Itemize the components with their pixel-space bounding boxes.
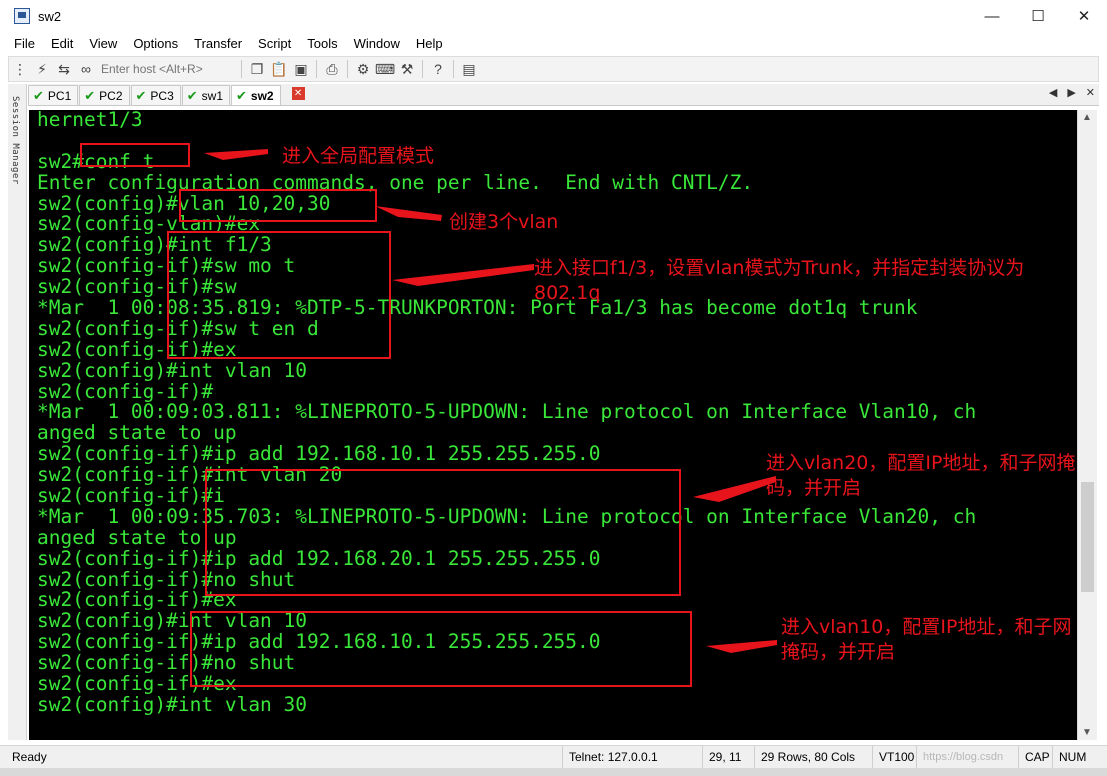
connected-check-icon: ✔ [186, 87, 198, 103]
window-title: sw2 [38, 8, 62, 24]
status-num: NUM [1052, 745, 1092, 769]
log-icon[interactable]: ▤ [458, 58, 480, 80]
annotation-box-vlan [179, 189, 377, 222]
connected-check-icon: ✔ [84, 87, 96, 103]
annotation-text: 创建3个vlan [449, 211, 559, 233]
menu-edit[interactable]: Edit [49, 36, 75, 51]
session-manager-panel[interactable]: Session Manager [8, 84, 27, 740]
connected-check-icon: ✔ [236, 87, 247, 103]
tab-close-all-icon[interactable]: ✕ [1086, 86, 1095, 99]
menu-window[interactable]: Window [352, 36, 402, 51]
tab-navigation: ◀ ▶ ✕ [1049, 86, 1095, 99]
find-icon[interactable]: ▣ [290, 58, 312, 80]
close-tab-icon[interactable]: ✕ [291, 87, 305, 100]
tab-pc2[interactable]: ✔ PC2 [79, 85, 130, 105]
status-terminal-type: VT100 [872, 745, 916, 769]
keymap-icon[interactable]: ⌨ [374, 58, 396, 80]
status-ready: Ready [12, 750, 47, 764]
taskbar-strip [0, 768, 1107, 776]
scroll-up-icon[interactable]: ▲ [1082, 112, 1092, 123]
menu-view[interactable]: View [87, 36, 119, 51]
connected-check-icon: ✔ [33, 87, 44, 103]
paste-icon[interactable]: 📋 [268, 58, 290, 80]
reconnect-icon[interactable]: ⇆ [53, 58, 75, 80]
toolbar-separator [316, 60, 317, 78]
terminal-line: sw2(config)#int vlan 30 [37, 692, 308, 716]
menu-options[interactable]: Options [131, 36, 180, 51]
tab-label: sw1 [201, 88, 223, 103]
scroll-down-icon[interactable]: ▼ [1082, 727, 1092, 738]
menu-transfer[interactable]: Transfer [192, 36, 244, 51]
session-tab-bar: ✔ PC1 ✔ PC2 ✔ PC3 ✔ sw1 ✔ sw2 ✕ ◀ ▶ ✕ [28, 84, 1099, 106]
menu-bar: File Edit View Options Transfer Script T… [0, 32, 1107, 54]
terminal-line: hernet1/3 [37, 110, 143, 131]
connect-icon[interactable]: ⋮ [9, 58, 31, 80]
copy-icon[interactable]: ❐ [246, 58, 268, 80]
terminal-line: *Mar 1 00:09:03.811: %LINEPROTO-5-UPDOWN… [37, 400, 977, 424]
menu-help[interactable]: Help [414, 36, 445, 51]
settings-gear-icon[interactable]: ⚙ [352, 58, 374, 80]
title-bar: sw2 — ☐ ✕ [0, 0, 1107, 32]
quick-connect-icon[interactable]: ⚡ [31, 58, 53, 80]
tab-label: sw2 [250, 88, 274, 103]
minimize-button[interactable]: — [969, 0, 1015, 32]
securecrt-app-icon [14, 8, 30, 24]
annotation-text: 进入全局配置模式 [282, 145, 435, 167]
disconnect-icon[interactable]: ∞ [75, 58, 97, 80]
session-manager-label: Session Manager [10, 96, 20, 185]
window-controls: — ☐ ✕ [969, 0, 1107, 32]
terminal-line: sw2(config)#int vlan 10 [37, 358, 308, 382]
annotation-text: 进入vlan10，配置IP地址，和子网 掩码，并开启 [781, 616, 1072, 663]
print-icon[interactable]: ⎙ [321, 58, 343, 80]
annotation-box-conf-t [80, 143, 190, 167]
status-cursor: 29, 11 [702, 745, 754, 769]
tab-label: PC2 [99, 88, 123, 103]
status-caps: CAP [1018, 745, 1052, 769]
status-bar: Ready Telnet: 127.0.0.1 29, 11 29 Rows, … [0, 745, 1107, 769]
scroll-thumb[interactable] [1081, 482, 1094, 592]
tab-label: PC1 [47, 88, 72, 103]
status-connection: Telnet: 127.0.0.1 [562, 745, 702, 769]
menu-file[interactable]: File [12, 36, 37, 51]
annotation-box-vlan10 [190, 611, 692, 687]
terminal-line: anged state to up [37, 421, 237, 445]
connected-check-icon: ✔ [135, 87, 147, 103]
terminal-line: sw2(config-if)# [37, 379, 214, 403]
toolbar-separator [453, 60, 454, 78]
tab-label: PC3 [150, 88, 174, 103]
tab-sw2[interactable]: ✔ sw2 [231, 85, 281, 105]
toolbar-separator [422, 60, 423, 78]
menu-script[interactable]: Script [256, 36, 293, 51]
toolbar-separator [241, 60, 242, 78]
terminal-scrollbar[interactable]: ▲ ▼ [1077, 110, 1097, 740]
annotation-box-vlan20 [205, 469, 681, 596]
annotation-text: 进入接口f1/3，设置vlan模式为Trunk，并指定封装协议为 802.1q [534, 257, 1025, 304]
toolbar-separator [347, 60, 348, 78]
tab-prev-icon[interactable]: ◀ [1049, 86, 1057, 99]
close-button[interactable]: ✕ [1061, 0, 1107, 32]
tab-sw1[interactable]: ✔ sw1 [181, 85, 230, 105]
host-input[interactable] [97, 59, 237, 79]
terminal-line: Enter configuration commands, one per li… [37, 170, 754, 194]
maximize-button[interactable]: ☐ [1015, 0, 1061, 32]
sftp-icon[interactable]: ⚒ [396, 58, 418, 80]
tab-pc1[interactable]: ✔ PC1 [28, 85, 79, 105]
help-icon[interactable]: ? [427, 58, 449, 80]
annotation-box-interface [167, 231, 391, 359]
status-size: 29 Rows, 80 Cols [754, 745, 872, 769]
menu-tools[interactable]: Tools [305, 36, 339, 51]
annotation-text: 进入vlan20，配置IP地址，和子网掩 码，并开启 [766, 452, 1076, 499]
tab-pc3[interactable]: ✔ PC3 [130, 85, 181, 105]
status-watermark: https://blog.csdn [916, 745, 1018, 769]
tab-next-icon[interactable]: ▶ [1067, 86, 1075, 99]
toolbar: ⋮ ⚡ ⇆ ∞ ❐ 📋 ▣ ⎙ ⚙ ⌨ ⚒ ? ▤ [8, 56, 1099, 82]
